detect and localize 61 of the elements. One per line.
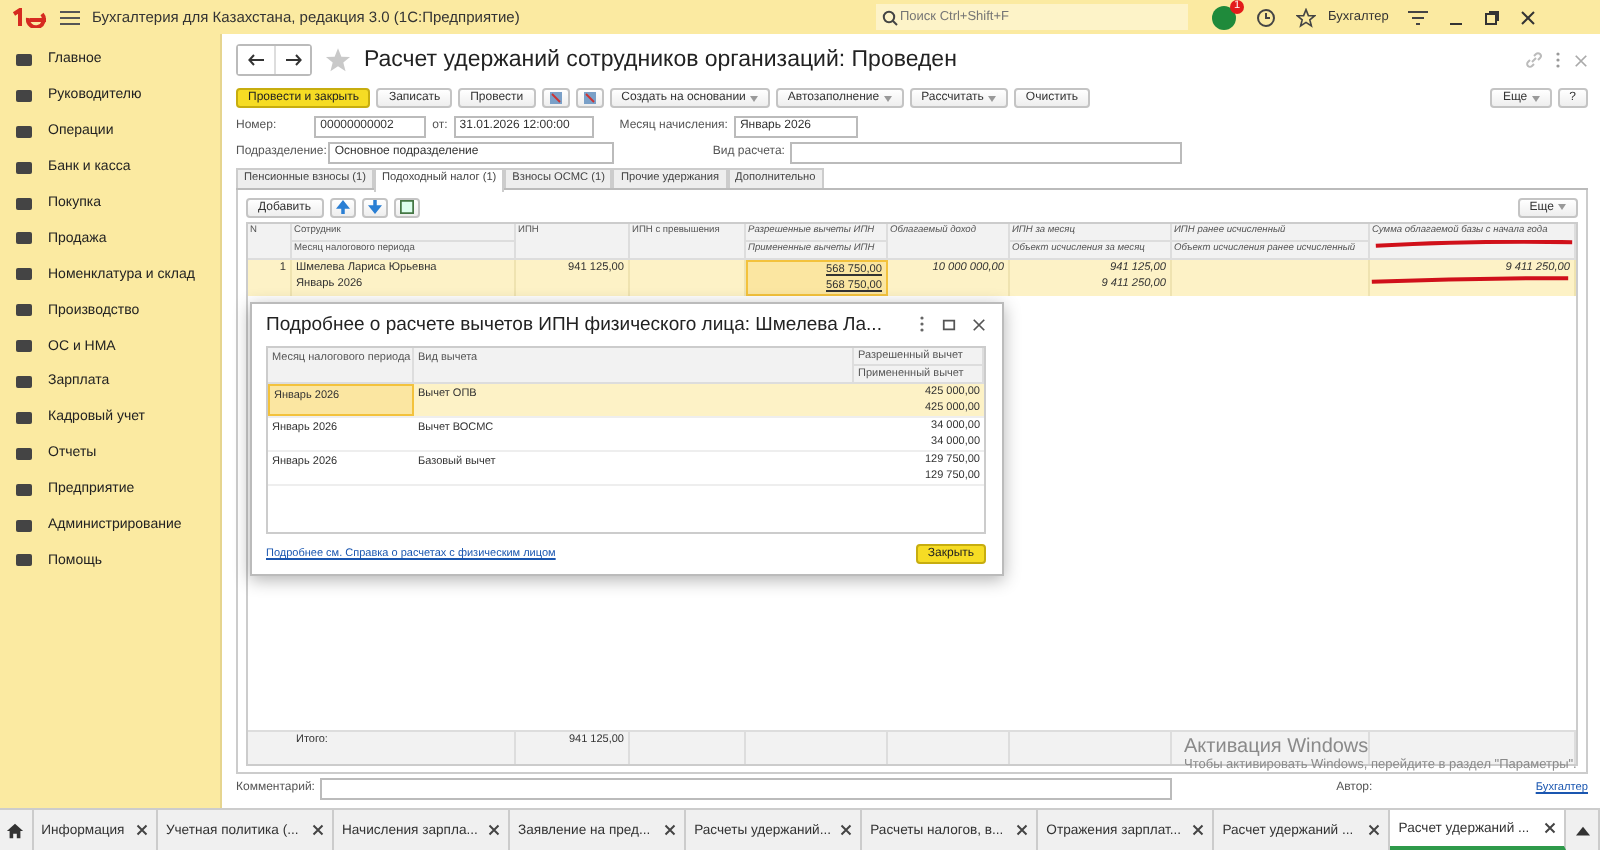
toolbar-icon-button[interactable] (541, 88, 570, 108)
scroll-up-button[interactable] (1566, 810, 1600, 850)
section-icon (16, 481, 32, 498)
menu-icon[interactable] (60, 9, 80, 25)
close-icon[interactable] (840, 824, 853, 836)
caret-icon (987, 95, 996, 101)
settings-menu-icon[interactable] (1408, 9, 1429, 25)
close-icon[interactable] (1520, 9, 1537, 25)
section-icon (16, 123, 32, 140)
section-icon (16, 373, 32, 390)
section-icon (16, 159, 32, 176)
section-icon (16, 552, 32, 569)
home-button[interactable] (0, 810, 34, 850)
dialog-title: Подробнее о расчете вычетов ИПН физического лица: Шмелева Ла... (266, 313, 882, 336)
section-icon (16, 266, 32, 283)
close-icon[interactable] (1544, 822, 1557, 834)
arrow-right-icon (285, 54, 301, 66)
table-settings-button[interactable] (393, 197, 420, 217)
maximize-icon[interactable] (942, 317, 956, 332)
more-icon[interactable] (1554, 52, 1562, 68)
home-icon (6, 821, 25, 839)
forward-button[interactable] (274, 46, 310, 74)
document-title: Расчет удержаний сотрудников организаций: Проведен (364, 48, 957, 72)
close-icon[interactable] (311, 824, 324, 836)
triangle-up-icon (1575, 825, 1590, 835)
document-icon (547, 90, 564, 106)
close-icon[interactable] (488, 824, 501, 836)
close-icon[interactable] (1192, 824, 1205, 836)
section-icon (16, 409, 32, 426)
section-icon (16, 302, 32, 319)
arrow-left-icon (248, 54, 264, 66)
document-icon (581, 90, 598, 106)
section-icon (16, 195, 32, 211)
more-icon[interactable] (918, 316, 926, 333)
close-icon[interactable] (1368, 824, 1381, 836)
close-icon[interactable] (972, 317, 986, 332)
toolbar-icon-button[interactable] (575, 88, 604, 108)
move-up-button[interactable] (329, 197, 356, 217)
section-icon (16, 517, 32, 534)
move-down-button[interactable] (361, 197, 388, 217)
caret-icon (883, 95, 892, 101)
star-icon[interactable] (324, 46, 352, 74)
activation-notice-title: Активация Windows (1184, 736, 1371, 758)
comment-field[interactable] (320, 777, 1173, 799)
section-icon (16, 87, 32, 104)
close-icon[interactable] (1016, 824, 1029, 836)
caret-icon (1531, 95, 1540, 101)
section-icon (16, 338, 32, 355)
history-icon[interactable] (1256, 7, 1276, 27)
restore-icon[interactable] (1484, 9, 1501, 25)
search-icon (882, 9, 898, 25)
star-icon[interactable] (1296, 7, 1316, 27)
section-icon (16, 51, 32, 68)
section-icon (16, 230, 32, 247)
caret-icon (1558, 204, 1566, 210)
close-icon[interactable] (664, 824, 677, 836)
section-icon (16, 445, 32, 462)
close-icon[interactable] (135, 824, 148, 836)
caret-icon (749, 95, 758, 101)
logo-icon (12, 7, 48, 27)
calc-type-field[interactable] (790, 141, 1183, 163)
